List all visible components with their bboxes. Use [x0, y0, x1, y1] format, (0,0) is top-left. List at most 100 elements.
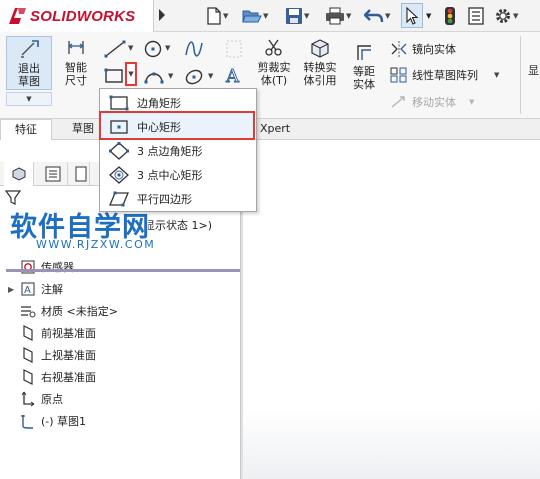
options-button[interactable]: ▼ — [494, 5, 518, 27]
menu-item-3-point-center-rectangle[interactable]: 3 点中心矩形 — [101, 163, 255, 186]
menu-item-parallelogram[interactable]: 平行四边形 — [101, 187, 255, 210]
tree-item-sensors[interactable]: 传感器 — [8, 258, 74, 276]
offset-entities-button[interactable]: 等距实体 — [344, 42, 384, 91]
exit-sketch-icon — [21, 40, 39, 58]
chevron-down-icon[interactable]: ▼ — [304, 12, 309, 20]
mirror-entities-label: 镜向实体 — [412, 43, 456, 56]
file-properties-button[interactable] — [468, 5, 484, 27]
menu-item-corner-rectangle[interactable]: 边角矩形 — [101, 91, 255, 114]
menu-item-center-rectangle[interactable]: 中心矩形 — [101, 115, 255, 138]
chevron-down-icon[interactable]: ▼ — [346, 12, 351, 20]
move-entities-label: 移动实体 — [412, 96, 456, 109]
menu-item-label: 平行四边形 — [137, 192, 192, 206]
rectangle-dropdown-button[interactable]: ▼ — [125, 62, 137, 86]
chevron-down-icon[interactable]: ▼ — [426, 5, 431, 27]
rollback-bar[interactable] — [6, 269, 240, 272]
exit-sketch-dropdown[interactable]: ▼ — [6, 92, 52, 106]
expand-menu-icon[interactable] — [158, 8, 166, 22]
menu-item-label: 中心矩形 — [137, 120, 181, 134]
watermark-url: WWW.RJZXW.COM — [36, 238, 156, 251]
tree-item-sketch1[interactable]: (-) 草图1 — [8, 412, 86, 430]
tree-item-top-plane[interactable]: 上视基准面 — [8, 346, 96, 364]
rebuild-button[interactable] — [444, 5, 456, 27]
chevron-down-icon[interactable]: ▼ — [385, 12, 390, 20]
grid-disabled-icon — [226, 40, 242, 58]
feature-tree-icon — [12, 167, 25, 181]
graphics-area[interactable] — [243, 140, 540, 479]
arc-icon[interactable] — [143, 66, 165, 86]
svg-text:A: A — [225, 66, 240, 85]
tab-sketch[interactable]: 草图 — [64, 119, 102, 140]
tree-item-label: 前视基准面 — [41, 327, 96, 340]
convert-entities-label: 转换实体引用 — [303, 61, 337, 87]
tree-item-origin[interactable]: 原点 — [8, 390, 63, 408]
chevron-down-icon[interactable]: ▼ — [494, 71, 499, 79]
open-icon — [242, 10, 262, 23]
origin-icon — [20, 391, 36, 407]
move-entities-icon — [391, 96, 405, 108]
rectangle-icon[interactable] — [104, 68, 124, 84]
chevron-down-icon[interactable]: ▼ — [263, 12, 268, 20]
mirror-entities-button[interactable]: 镜向实体 — [390, 41, 456, 57]
menu-item-3-point-corner-rectangle[interactable]: 3 点边角矩形 — [101, 139, 255, 162]
tree-item-label: 传感器 — [41, 261, 74, 274]
chevron-down-icon[interactable]: ▼ — [128, 44, 133, 52]
move-entities-button[interactable]: 移动实体 — [390, 94, 456, 110]
plane-icon — [20, 325, 36, 341]
plane-icon — [20, 347, 36, 363]
ellipse-icon[interactable] — [184, 67, 204, 87]
print-icon — [326, 7, 344, 25]
new-icon — [207, 7, 221, 25]
chevron-down-icon[interactable]: ▼ — [208, 72, 213, 80]
parallelogram-icon — [108, 191, 130, 207]
tree-item-right-plane[interactable]: 右视基准面 — [8, 368, 96, 386]
tab-feature[interactable]: 特征 — [0, 119, 52, 140]
material-icon — [20, 303, 36, 319]
traffic-light-icon — [445, 7, 455, 25]
convert-entities-icon — [311, 39, 329, 58]
tree-item-label: 材质 <未指定> — [41, 305, 118, 318]
tab-configuration-manager[interactable] — [72, 162, 90, 186]
circle-icon[interactable] — [143, 39, 163, 59]
exit-sketch-button[interactable]: 退出草图 — [6, 36, 52, 90]
linear-pattern-button[interactable]: 线性草图阵列 — [390, 67, 478, 83]
tree-item-material[interactable]: 材质 <未指定> — [8, 302, 118, 320]
plane-icon — [20, 369, 36, 385]
spline-icon[interactable] — [184, 39, 204, 59]
tree-item-label: 原点 — [41, 393, 63, 406]
undo-button[interactable]: ▼ — [364, 5, 390, 27]
menu-item-label: 3 点中心矩形 — [137, 168, 203, 182]
sketch-icon — [20, 413, 36, 429]
tree-item-front-plane[interactable]: 前视基准面 — [8, 324, 96, 342]
tree-item-annotations[interactable]: ▶ A 注解 — [8, 280, 63, 298]
tab-property-manager[interactable] — [38, 162, 68, 186]
expand-arrow-icon[interactable]: ▶ — [8, 285, 20, 294]
options-gear-icon — [496, 9, 510, 23]
text-icon[interactable]: A — [224, 65, 244, 85]
tree-item-label: (-) 草图1 — [41, 415, 87, 428]
chevron-down-icon[interactable]: ▼ — [165, 44, 170, 52]
tab-xpert[interactable]: Xpert — [252, 119, 298, 140]
open-document-button[interactable]: ▼ — [242, 5, 268, 27]
convert-entities-button[interactable]: 转换实体引用 — [298, 38, 342, 87]
tree-item-label: 上视基准面 — [41, 349, 96, 362]
smart-dimension-button[interactable]: 智能尺寸 — [56, 38, 96, 87]
solidworks-logo[interactable]: SOLIDWORKS — [0, 0, 154, 32]
tree-item-label: 右视基准面 — [41, 371, 96, 384]
chevron-down-icon[interactable]: ▼ — [513, 12, 518, 20]
rectangle-type-menu: 边角矩形 中心矩形 3 点边角矩形 3 点中心矩形 平行四边形 — [99, 88, 257, 212]
trim-entities-button[interactable]: 剪裁实体(T) — [252, 38, 296, 87]
chevron-down-icon[interactable]: ▼ — [469, 98, 474, 106]
save-button[interactable]: ▼ — [285, 5, 309, 27]
chevron-down-icon[interactable]: ▼ — [168, 72, 173, 80]
chevron-down-icon[interactable]: ▼ — [223, 12, 228, 20]
tab-feature-tree[interactable] — [4, 162, 34, 186]
filter-icon[interactable] — [5, 190, 21, 206]
mirror-entities-icon — [391, 41, 407, 57]
offset-entities-icon — [357, 45, 371, 60]
print-button[interactable]: ▼ — [325, 5, 351, 27]
new-document-button[interactable]: ▼ — [206, 5, 228, 27]
graphics-background — [243, 409, 540, 479]
select-button[interactable] — [401, 3, 423, 28]
line-icon[interactable] — [104, 40, 126, 58]
